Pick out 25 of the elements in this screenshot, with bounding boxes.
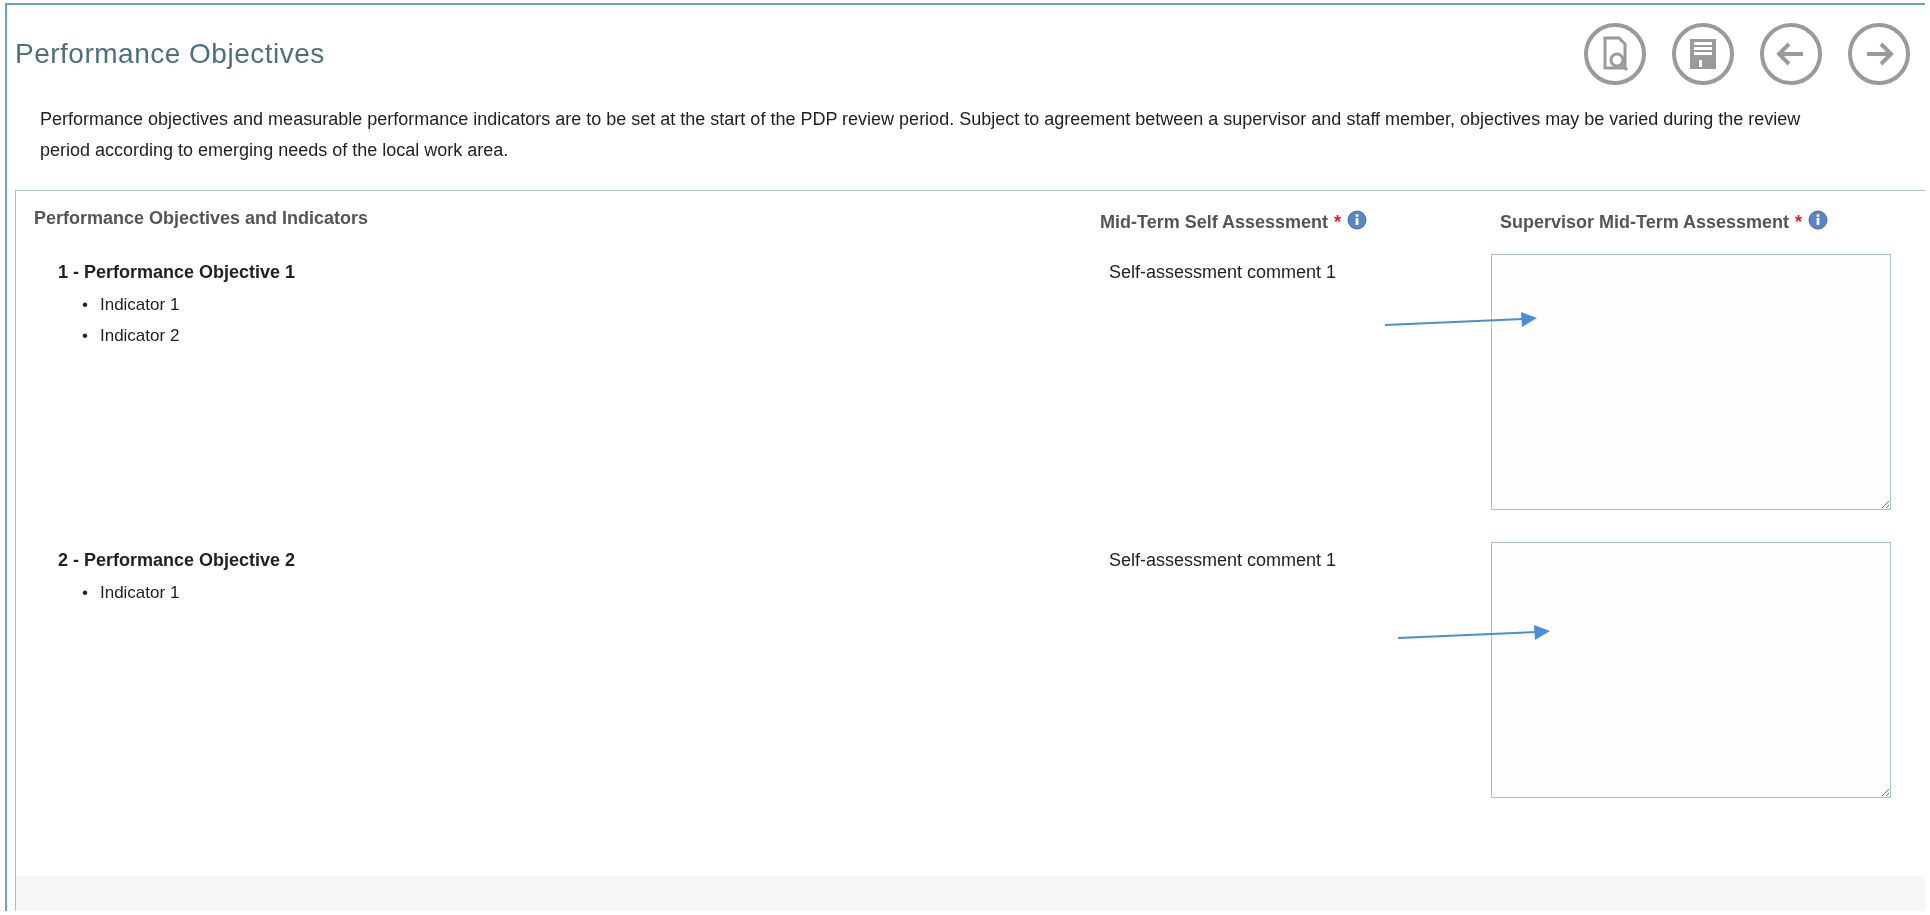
column-heading: Performance Objectives and Indicators — [34, 208, 369, 228]
self-assessment-comment: Self-assessment comment 1 — [1109, 550, 1337, 570]
info-icon[interactable] — [1347, 210, 1368, 230]
column-heading: Mid-Term Self Assessment — [1100, 212, 1329, 232]
bullet: • — [82, 582, 88, 604]
indicator-item: Indicator 1 — [99, 294, 180, 316]
info-icon[interactable] — [1808, 210, 1829, 230]
column-heading: Supervisor Mid-Term Assessment — [1500, 212, 1790, 232]
preview-document-icon — [1583, 22, 1647, 86]
intro-paragraph: Performance objectives and measurable performance indicators are to be set at the start of the PDP review period. Subject to agreement between a supervisor and staff member, objectives may be varied during the review period according to emerging needs of the local work area. — [40, 108, 1802, 162]
objective-title: 1 - Performance Objective 1 — [58, 262, 297, 283]
required-marker: * — [1334, 212, 1342, 232]
forward-button[interactable] — [1847, 22, 1911, 86]
preview-button[interactable] — [1583, 22, 1647, 86]
bullet: • — [82, 325, 88, 347]
required-marker: * — [1795, 212, 1803, 232]
floppy-disk-icon — [1671, 22, 1735, 86]
save-button[interactable] — [1671, 22, 1735, 86]
back-button[interactable] — [1759, 22, 1823, 86]
page-title: Performance Objectives — [15, 38, 325, 70]
indicator-item: Indicator 1 — [99, 582, 180, 604]
indicator-item: Indicator 2 — [99, 325, 180, 347]
bullet: • — [82, 294, 88, 316]
objective-title: 2 - Performance Objective 2 — [58, 550, 297, 571]
self-assessment-comment: Self-assessment comment 1 — [1109, 262, 1337, 282]
